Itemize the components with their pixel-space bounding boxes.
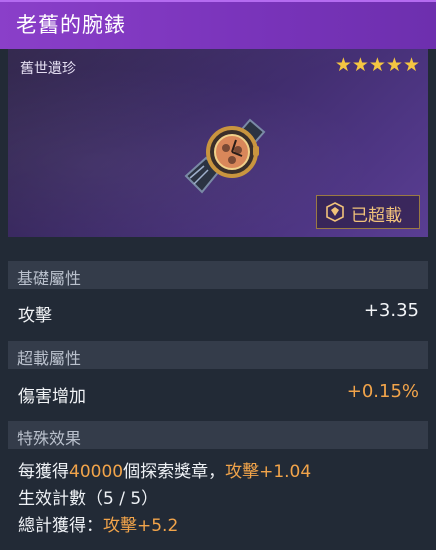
section-title-overload: 超載屬性 bbox=[17, 349, 82, 368]
status-label: 已超載 bbox=[351, 206, 402, 226]
title-bar: 老舊的腕錶 bbox=[0, 0, 436, 49]
rarity-stars: ★★★★★ bbox=[334, 54, 420, 76]
item-category: 舊世遺珍 bbox=[20, 61, 76, 77]
effect-text: 個探索獎章， bbox=[123, 462, 226, 482]
stat-row-attack: 攻擊 +3.35 bbox=[8, 294, 428, 330]
section-title-base: 基礎屬性 bbox=[17, 269, 82, 288]
stat-name: 傷害增加 bbox=[18, 387, 86, 407]
overload-status-badge: 已超載 bbox=[316, 195, 420, 229]
item-name: 老舊的腕錶 bbox=[16, 13, 126, 37]
special-effect-line-3: 總計獲得：攻擊+5.2 bbox=[18, 511, 178, 536]
stat-name: 攻擊 bbox=[18, 306, 52, 326]
item-showcase: 舊世遺珍 ★★★★★ 已超載 bbox=[8, 49, 428, 237]
effect-text: 每獲得 bbox=[18, 462, 69, 482]
stat-value: +3.35 bbox=[363, 300, 419, 321]
wristwatch-icon bbox=[184, 118, 266, 194]
special-effect-line-2: 生效計數（5 / 5） bbox=[18, 484, 158, 509]
special-effect-line-1: 每獲得40000個探索獎章，攻擊+1.04 bbox=[18, 457, 311, 482]
effect-threshold: 40000 bbox=[69, 462, 124, 482]
effect-total: 攻擊+5.2 bbox=[103, 516, 179, 536]
section-title-special: 特殊效果 bbox=[17, 429, 82, 448]
stat-value: +0.15% bbox=[346, 381, 419, 402]
effect-text: 總計獲得： bbox=[18, 516, 103, 536]
stat-row-damage-increase: 傷害增加 +0.15% bbox=[8, 375, 428, 411]
section-header-special: 特殊效果 bbox=[8, 421, 428, 449]
section-header-base: 基礎屬性 bbox=[8, 261, 428, 289]
effect-count: 生效計數（5 / 5） bbox=[18, 489, 159, 509]
effect-bonus: 攻擊+1.04 bbox=[225, 462, 312, 482]
overload-gem-icon bbox=[326, 202, 344, 222]
section-header-overload: 超載屬性 bbox=[8, 341, 428, 369]
item-detail-panel: 老舊的腕錶 舊世遺珍 ★★★★★ 已超載 基礎屬性 攻擊 +3.35 超載屬性 … bbox=[0, 0, 436, 550]
